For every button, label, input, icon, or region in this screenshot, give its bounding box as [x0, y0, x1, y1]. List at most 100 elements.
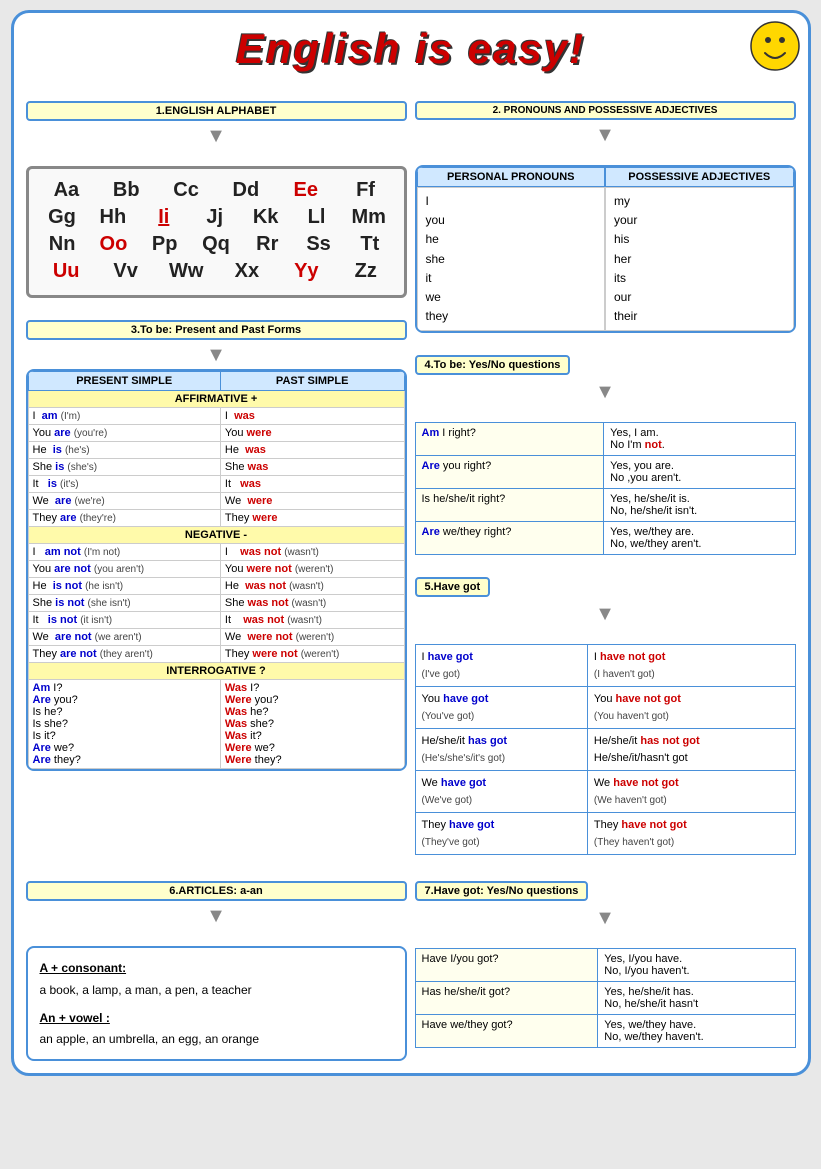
letter-Ee: Ee [290, 179, 322, 202]
havegot-row-5: They have got(They've got) They have not… [415, 813, 795, 855]
tobe-aff-row-2: You are (you're) You were [28, 425, 404, 442]
letter-Kk: Kk [250, 206, 282, 229]
tobe-neg-present-6: We are not (we aren't) [28, 629, 220, 646]
tobe-int-past: Was I? Were you? Was he? Was she? Was it… [220, 680, 404, 769]
affirmative-label: AFFIRMATIVE + [28, 391, 404, 408]
tobe-int-row: Am I? Are you? Is he? Is she? Is it? Are… [28, 680, 404, 769]
letter-Ss: Ss [303, 233, 335, 256]
havegot-yesno-a-3: Yes, we/they have.No, we/they haven't. [598, 1015, 795, 1048]
tobe-neg-past-4: She was not (wasn't) [220, 595, 404, 612]
tobe-aff-present-3: He is (he's) [28, 442, 220, 459]
a-rule: A + consonant: [40, 958, 393, 980]
havegot-yesno-row-3: Have we/they got? Yes, we/they have.No, … [415, 1015, 795, 1048]
a-examples: a book, a lamp, a man, a pen, a teacher [40, 980, 393, 1002]
havegot-pos-3: He/she/it has got(He's/she's/it's got) [415, 729, 587, 771]
havegot-neg-3: He/she/it has not gotHe/she/it/hasn't go… [587, 729, 795, 771]
articles-box: A + consonant: a book, a lamp, a man, a … [26, 946, 407, 1060]
letter-Ii: Ii [148, 206, 180, 229]
tobe-aff-past-4: She was [220, 459, 404, 476]
tobe-table: PRESENT SIMPLE PAST SIMPLE AFFIRMATIVE + [28, 371, 405, 769]
havegot-row-3: He/she/it has got(He's/she's/it's got) H… [415, 729, 795, 771]
yesno-q-2: Are you right? [415, 456, 604, 489]
page-title: English is easy! [26, 25, 796, 73]
tobe-neg-row-2: You are not (you aren't) You were not (w… [28, 561, 404, 578]
havegot-neg-2: You have not got(You haven't got) [587, 687, 795, 729]
tobe-neg-past-3: He was not (wasn't) [220, 578, 404, 595]
letter-Yy: Yy [290, 260, 322, 283]
havegot-yesno-table: Have I/you got? Yes, I/you have.No, I/yo… [415, 948, 796, 1048]
affirmative-header-row: AFFIRMATIVE + [28, 391, 404, 408]
letter-Jj: Jj [199, 206, 231, 229]
havegot-yesno-a-1: Yes, I/you have.No, I/you haven't. [598, 949, 795, 982]
yesno-section: 4.To be: Yes/No questions ▼ Am I right? … [415, 355, 796, 555]
tobe-neg-past-1: I was not (wasn't) [220, 544, 404, 561]
alphabet-arrow: ▼ [26, 125, 407, 148]
alphabet-row-1: Aa Bb Cc Dd Ee Ff [37, 179, 396, 202]
havegot-table: I have got(I've got) I have not got(I ha… [415, 644, 796, 855]
havegot-label: 5.Have got [415, 577, 491, 597]
letter-Ll: Ll [301, 206, 333, 229]
articles-label: 6.ARTICLES: a-an [26, 881, 407, 901]
yesno-row-2: Are you right? Yes, you are.No ,you aren… [415, 456, 795, 489]
tobe-label: 3.To be: Present and Past Forms [26, 320, 407, 340]
havegot-arrow: ▼ [415, 603, 796, 626]
personal-pronouns-header: PERSONAL PRONOUNS [417, 167, 606, 187]
tobe-aff-row-6: We are (we're) We were [28, 493, 404, 510]
tobe-neg-past-7: They were not (weren't) [220, 646, 404, 663]
letter-Rr: Rr [251, 233, 283, 256]
havegot-yesno-a-2: Yes, he/she/it has.No, he/she/it hasn't [598, 982, 795, 1015]
havegot-pos-4: We have got(We've got) [415, 771, 587, 813]
past-simple-header: PAST SIMPLE [220, 372, 404, 391]
pronouns-header: PERSONAL PRONOUNS POSSESSIVE ADJECTIVES [417, 167, 794, 187]
tobe-neg-row-1: I am not (I'm not) I was not (wasn't) [28, 544, 404, 561]
tobe-neg-past-5: It was not (wasn't) [220, 612, 404, 629]
tobe-aff-present-4: She is (she's) [28, 459, 220, 476]
pronouns-arrow: ▼ [415, 124, 796, 147]
yesno-a-1: Yes, I am.No I'm not. [604, 423, 795, 456]
tobe-table-box: PRESENT SIMPLE PAST SIMPLE AFFIRMATIVE + [26, 369, 407, 771]
negative-label: NEGATIVE - [28, 527, 404, 544]
tobe-neg-present-7: They are not (they aren't) [28, 646, 220, 663]
tobe-aff-present-6: We are (we're) [28, 493, 220, 510]
tobe-neg-row-6: We are not (we aren't) We were not (were… [28, 629, 404, 646]
letter-Mm: Mm [351, 206, 385, 229]
pronouns-label: 2. PRONOUNS AND POSSESSIVE ADJECTIVES [415, 101, 796, 120]
yesno-label: 4.To be: Yes/No questions [415, 355, 571, 375]
letter-Pp: Pp [149, 233, 181, 256]
tobe-neg-row-7: They are not (they aren't) They were not… [28, 646, 404, 663]
tobe-aff-row-5: It is (it's) It was [28, 476, 404, 493]
yesno-q-3: Is he/she/it right? [415, 489, 604, 522]
tobe-aff-present-5: It is (it's) [28, 476, 220, 493]
letter-Nn: Nn [46, 233, 78, 256]
havegot-neg-5: They have not got(They haven't got) [587, 813, 795, 855]
possessive-adj-header: POSSESSIVE ADJECTIVES [605, 167, 794, 187]
letter-Oo: Oo [97, 233, 129, 256]
tobe-aff-row-3: He is (he's) He was [28, 442, 404, 459]
yesno-row-1: Am I right? Yes, I am.No I'm not. [415, 423, 795, 456]
havegot-row-2: You have got(You've got) You have not go… [415, 687, 795, 729]
negative-header-row: NEGATIVE - [28, 527, 404, 544]
letter-Gg: Gg [46, 206, 78, 229]
tobe-neg-present-2: You are not (you aren't) [28, 561, 220, 578]
interrogative-header-row: INTERROGATIVE ? [28, 663, 404, 680]
tobe-aff-past-3: He was [220, 442, 404, 459]
alphabet-section: 1.ENGLISH ALPHABET ▼ Aa Bb Cc Dd Ee Ff G… [26, 101, 407, 298]
havegot-yesno-q-3: Have we/they got? [415, 1015, 598, 1048]
left-column: 1.ENGLISH ALPHABET ▼ Aa Bb Cc Dd Ee Ff G… [26, 83, 407, 855]
havegot-row-1: I have got(I've got) I have not got(I ha… [415, 645, 795, 687]
interrogative-label: INTERROGATIVE ? [28, 663, 404, 680]
alphabet-row-3: Nn Oo Pp Qq Rr Ss Tt [37, 233, 396, 256]
articles-section: 6.ARTICLES: a-an ▼ A + consonant: a book… [26, 881, 407, 1060]
tobe-aff-row-4: She is (she's) She was [28, 459, 404, 476]
right-column: 2. PRONOUNS AND POSSESSIVE ADJECTIVES ▼ … [415, 83, 796, 855]
letter-Ww: Ww [169, 260, 203, 283]
letter-Qq: Qq [200, 233, 232, 256]
an-examples: an apple, an umbrella, an egg, an orange [40, 1029, 393, 1051]
letter-Xx: Xx [231, 260, 263, 283]
havegot-pos-2: You have got(You've got) [415, 687, 587, 729]
yesno-row-4: Are we/they right? Yes, we/they are.No, … [415, 522, 795, 555]
letter-Dd: Dd [230, 179, 262, 202]
present-simple-header: PRESENT SIMPLE [28, 372, 220, 391]
tobe-neg-present-5: It is not (it isn't) [28, 612, 220, 629]
tobe-aff-present-7: They are (they're) [28, 510, 220, 527]
